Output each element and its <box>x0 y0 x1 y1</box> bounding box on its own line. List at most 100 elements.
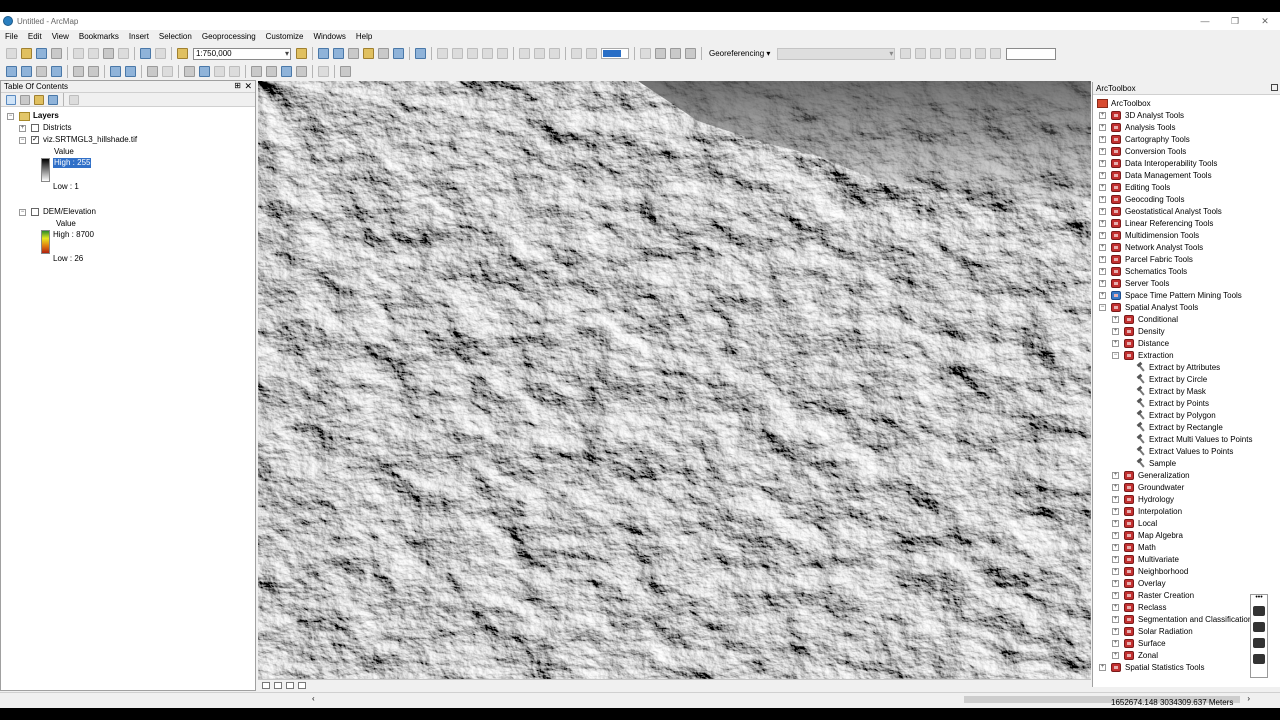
refresh-icon[interactable] <box>286 681 294 689</box>
collapse-icon[interactable]: − <box>19 208 26 216</box>
georef-input-field[interactable] <box>1006 47 1057 60</box>
fill-color-picker[interactable] <box>601 48 629 59</box>
expand-icon[interactable]: + <box>1112 471 1119 479</box>
toolset-extraction[interactable]: − Extraction <box>1112 349 1174 361</box>
toolset-item[interactable]: + Overlay <box>1112 577 1166 589</box>
toolbox-item[interactable]: + Data Management Tools <box>1099 169 1212 181</box>
expand-icon[interactable]: + <box>1112 603 1119 611</box>
layer-row-districts[interactable]: + Districts <box>19 123 71 133</box>
menu-item-customize[interactable]: Customize <box>261 30 309 43</box>
expand-icon[interactable]: + <box>1099 159 1106 167</box>
toolbox-spatial-analyst[interactable]: − Spatial Analyst Tools <box>1099 301 1198 313</box>
tool-item[interactable]: Extract by Polygon <box>1136 409 1216 421</box>
expand-icon[interactable]: + <box>1099 255 1106 263</box>
toolset-item[interactable]: + Segmentation and Classification <box>1112 613 1252 625</box>
collapse-icon[interactable]: − <box>1099 303 1106 311</box>
georef-tool-icon[interactable] <box>915 48 927 59</box>
expand-icon[interactable]: + <box>1112 507 1119 515</box>
expand-icon[interactable]: + <box>1099 243 1106 251</box>
toolbox-item[interactable]: + Data Interoperability Tools <box>1099 157 1217 169</box>
layer-row-dem[interactable]: − DEM/Elevation <box>19 207 96 217</box>
toolset-item[interactable]: + Map Algebra <box>1112 529 1183 541</box>
modelbuilder-icon[interactable] <box>393 48 404 59</box>
measure-icon[interactable] <box>251 66 262 77</box>
pan-icon[interactable] <box>36 66 47 77</box>
draw-tool-icon[interactable] <box>437 48 448 59</box>
clear-selection-icon[interactable] <box>162 66 173 77</box>
tool-item[interactable]: Sample <box>1136 457 1176 469</box>
menu-item-edit[interactable]: Edit <box>23 30 47 43</box>
print-icon[interactable] <box>51 48 62 59</box>
toolbox-item[interactable]: + Space Time Pattern Mining Tools <box>1099 289 1242 301</box>
draw-tool-icon[interactable] <box>497 48 508 59</box>
toolset-item[interactable]: + Solar Radiation <box>1112 625 1193 637</box>
expand-icon[interactable]: + <box>1112 627 1119 635</box>
time-slider-icon[interactable] <box>318 66 329 77</box>
expand-icon[interactable]: + <box>1112 315 1119 323</box>
close-button[interactable]: ✕ <box>1250 12 1280 30</box>
expand-icon[interactable]: + <box>1112 483 1119 491</box>
layout-grid-icon[interactable] <box>685 48 696 59</box>
toolbox-item[interactable]: + Conversion Tools <box>1099 145 1186 157</box>
tool-item[interactable]: Extract by Circle <box>1136 373 1207 385</box>
expand-icon[interactable]: + <box>1112 591 1119 599</box>
toolset-item[interactable]: + Generalization <box>1112 469 1190 481</box>
collapse-icon[interactable]: − <box>1112 351 1119 359</box>
toolset-item[interactable]: + Hydrology <box>1112 493 1174 505</box>
python-window-icon[interactable] <box>378 48 389 59</box>
menu-item-bookmarks[interactable]: Bookmarks <box>74 30 124 43</box>
draw-tool-icon[interactable] <box>467 48 478 59</box>
expand-icon[interactable]: + <box>1099 267 1106 275</box>
toolset-item[interactable]: + Conditional <box>1112 313 1178 325</box>
align-tool-icon[interactable] <box>519 48 530 59</box>
data-view-icon[interactable] <box>262 681 270 689</box>
toolset-item[interactable]: + Local <box>1112 517 1157 529</box>
align-tool-icon[interactable] <box>549 48 560 59</box>
layout-grid-icon[interactable] <box>640 48 651 59</box>
draw-tool-icon[interactable] <box>482 48 493 59</box>
pause-drawing-icon[interactable] <box>298 681 306 689</box>
toolbox-item[interactable]: + Network Analyst Tools <box>1099 241 1203 253</box>
toolbox-item[interactable]: + Linear Referencing Tools <box>1099 217 1213 229</box>
menu-item-windows[interactable]: Windows <box>308 30 350 43</box>
table-of-contents-icon[interactable] <box>318 48 329 59</box>
toolset-item[interactable]: + Distance <box>1112 337 1169 349</box>
expand-icon[interactable]: + <box>1099 231 1106 239</box>
toolset-item[interactable]: + Groundwater <box>1112 481 1184 493</box>
tool-item[interactable]: Extract Values to Points <box>1136 445 1233 457</box>
layer-visibility-checkbox[interactable] <box>31 124 39 132</box>
minimize-button[interactable]: — <box>1190 12 1220 30</box>
create-viewer-icon[interactable] <box>340 66 351 77</box>
expand-icon[interactable]: + <box>1099 195 1106 203</box>
save-icon[interactable] <box>36 48 47 59</box>
delete-icon[interactable] <box>118 48 129 59</box>
toolbox-item[interactable]: + Multidimension Tools <box>1099 229 1199 241</box>
editor-toolbar-icon[interactable] <box>296 48 307 59</box>
expand-icon[interactable]: + <box>1112 567 1119 575</box>
paste-icon[interactable] <box>103 48 114 59</box>
expand-icon[interactable]: + <box>1112 615 1119 623</box>
georef-tool-icon[interactable] <box>975 48 987 59</box>
expand-icon[interactable]: + <box>1112 579 1119 587</box>
toolbox-item[interactable]: +3D Analyst Tools <box>1099 109 1184 121</box>
map-scale-select[interactable]: 1:750,000 <box>193 47 291 60</box>
full-extent-icon[interactable] <box>51 66 62 77</box>
menu-item-file[interactable]: File <box>0 30 23 43</box>
toolset-item[interactable]: + Surface <box>1112 637 1166 649</box>
select-elements-icon[interactable] <box>184 66 195 77</box>
expand-icon[interactable]: + <box>1112 495 1119 503</box>
settings-gear-icon[interactable] <box>1253 654 1265 664</box>
layout-view-icon[interactable] <box>274 681 282 689</box>
toolbox-item[interactable]: + Editing Tools <box>1099 181 1170 193</box>
toc-options-icon[interactable] <box>69 94 79 105</box>
hyperlink-icon[interactable] <box>214 66 225 77</box>
georef-tool-icon[interactable] <box>900 48 912 59</box>
camera-icon[interactable] <box>1253 606 1265 616</box>
list-by-source-icon[interactable] <box>20 94 30 105</box>
expand-icon[interactable]: + <box>1112 339 1119 347</box>
more-options-icon[interactable]: ••• <box>1253 594 1265 601</box>
georef-tool-icon[interactable] <box>990 48 1002 59</box>
toolset-item[interactable]: + Interpolation <box>1112 505 1182 517</box>
tool-item[interactable]: Extract Multi Values to Points <box>1136 433 1252 445</box>
expand-icon[interactable]: + <box>1112 555 1119 563</box>
